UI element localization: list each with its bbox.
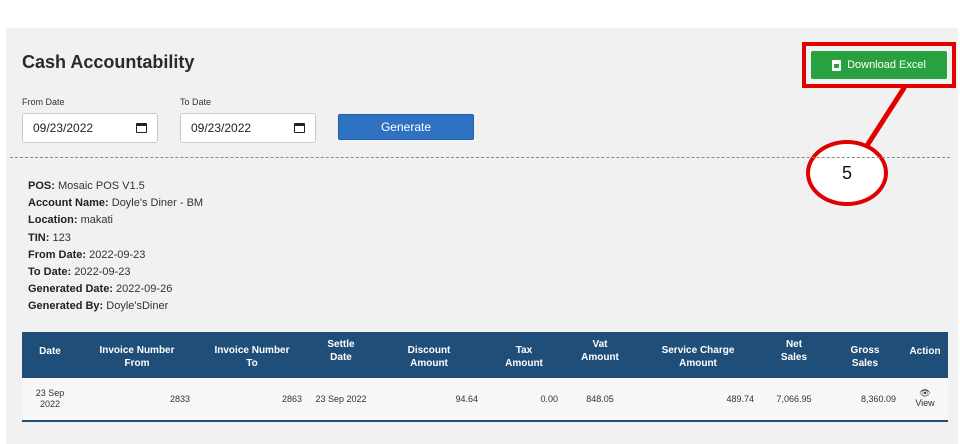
info-row: To Date: 2022-09-23 [28,266,131,279]
calendar-icon[interactable] [136,123,147,133]
to-date-value: 09/23/2022 [191,121,252,135]
calendar-icon[interactable] [294,123,305,133]
download-excel-button[interactable]: Download Excel [811,51,947,79]
info-row: POS: Mosaic POS V1.5 [28,180,145,192]
info-row: Generated By: Doyle'sDiner [28,300,169,313]
col-settle-date[interactable]: Settle Date [308,332,374,378]
view-label[interactable]: View [915,398,934,409]
col-date[interactable]: Date [22,332,78,378]
table-row: 23 Sep 2022 2833 2863 23 Sep 2022 94.64 … [22,378,948,422]
info-row: From Date: 2022-09-23 [28,248,146,261]
callout-badge: 5 [806,140,888,206]
to-date-label: To Date [180,97,212,107]
cell-gross-sales: 8,360.09 [860,393,896,404]
from-date-label: From Date [22,97,65,107]
col-service-charge[interactable]: Service Charge Amount [636,332,760,378]
file-icon [832,59,842,71]
col-invoice-to[interactable]: Invoice Number To [196,332,308,378]
col-invoice-from[interactable]: Invoice Number From [78,332,196,378]
cell-service-charge: 489.74 [726,393,754,404]
cell-date: 23 Sep 2022 [35,388,65,409]
cell-net-sales: 7,066.95 [776,393,812,404]
col-gross-sales[interactable]: Gross Sales [828,332,902,378]
col-discount[interactable]: Discount Amount [374,332,484,378]
cash-table: Date Invoice Number From Invoice Number To… [22,332,948,422]
eye-icon[interactable]: 👁 [919,389,930,398]
report-info: POS: Mosaic POS V1.5 Account Name: Doyle… [28,178,203,316]
from-date-input[interactable]: 09/23/2022 [22,113,158,143]
info-row: Location: makati [28,214,113,227]
cell-settle-date: 23 Sep 2022 [315,393,367,404]
from-date-value: 09/23/2022 [33,121,94,135]
info-row: Account Name: Doyle's Diner - BM [28,197,204,210]
col-tax[interactable]: Tax Amount [484,332,564,378]
cell-discount: 94.64 [455,393,478,404]
to-date-input[interactable]: 09/23/2022 [180,113,316,143]
info-row: TIN: 123 [28,231,71,244]
cell-tax: 0.00 [540,393,558,404]
divider [10,157,950,158]
generate-button[interactable]: Generate [338,114,474,140]
download-excel-label: Download Excel [847,59,926,71]
cell-vat: 848.05 [586,393,614,404]
info-row: Generated Date: 2022-09-26 [28,283,173,296]
cell-invoice-from: 2833 [169,393,190,404]
col-net-sales[interactable]: Net Sales [760,332,828,378]
page-title: Cash Accountability [22,52,195,72]
col-action: Action [909,345,941,357]
col-vat[interactable]: Vat Amount [564,332,636,378]
table-header: Date Invoice Number From Invoice Number To… [22,332,948,378]
view-action[interactable]: 👁 View [902,378,948,420]
cell-invoice-to: 2863 [281,393,302,404]
